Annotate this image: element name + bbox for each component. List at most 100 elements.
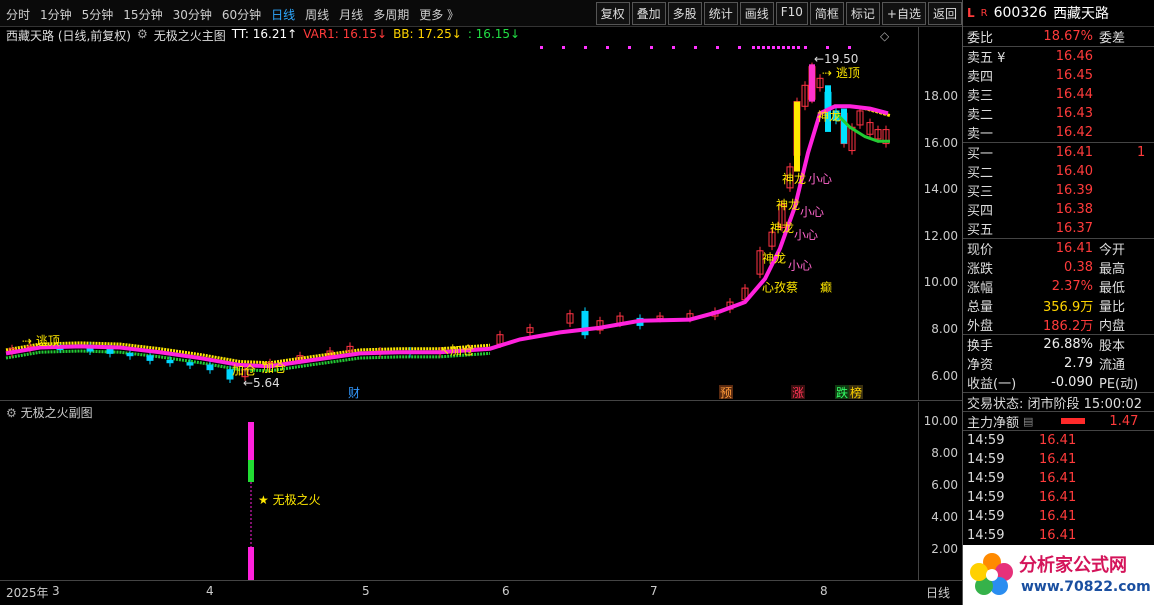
escape-top-label: ⇢ 逃顶 (22, 334, 60, 348)
period-tab[interactable]: 周线 (305, 6, 329, 23)
price-tick: 10.00 (923, 275, 958, 290)
quote-row: 卖三 16.44 (967, 87, 1093, 104)
top-dot (694, 46, 697, 49)
period-tab[interactable]: 多周期 (373, 6, 409, 23)
price-tick: 18.00 (923, 88, 958, 103)
toolbar-button[interactable]: F10 (775, 2, 808, 25)
watermark-title: 分析家公式网 (1019, 555, 1127, 576)
price-axis: 18.00 16.00 14.00 12.00 10.00 8.00 6.00 (918, 27, 962, 401)
candle-body (146, 355, 154, 361)
toolbar-button[interactable]: 返回 (927, 2, 962, 25)
toolbar-button[interactable]: 多股 (667, 2, 702, 25)
top-dot (752, 46, 755, 49)
date-tick: 6 (502, 584, 510, 598)
action-buttons: 复权 叠加 多股 统计 画线 F10 简框 标记 +自选 返回 (595, 2, 962, 25)
diamond-icon: ◇ (880, 29, 890, 43)
date-axis: 2025年 3 4 5 6 7 8 日线 (0, 580, 962, 605)
quote-row: 净资 2.79 流通 (967, 356, 1126, 373)
quote-panel: L R 600326 西藏天路 委比 18.67% 委差 卖五 ¥16.46 卖四… (962, 0, 1154, 605)
list-icon[interactable]: ▤ (1023, 415, 1033, 428)
top-dot (797, 46, 800, 49)
top-dot (716, 46, 719, 49)
sub-value-axis: 10.00 8.00 6.00 4.00 2.00 (918, 402, 962, 580)
quote-row: 买四 16.38 (967, 202, 1093, 219)
toolbar-button[interactable]: 复权 (595, 2, 630, 25)
sub-indicator-title: ⚙ 无极之火副图 (6, 406, 93, 420)
price-stats: 现价 16.41 今开 涨跌 0.38 最高 涨幅 2.37% 最低 总量 356.9万 量比 外盘 18… (963, 238, 1154, 334)
weibi-row: 委比 18.67% 委差 (967, 29, 1126, 46)
period-tab[interactable]: 月线 (339, 6, 363, 23)
toolbar-button[interactable]: 简框 (809, 2, 844, 25)
top-dot (767, 46, 770, 49)
tick-row: 14:59 16.41 (967, 471, 1077, 486)
quote-row: 卖四 16.45 (967, 68, 1093, 85)
candle-body (166, 359, 174, 364)
net-bar (1061, 418, 1086, 424)
toolbar-button[interactable]: 叠加 (631, 2, 666, 25)
stock-code: 600326 (993, 5, 1048, 21)
period-tab[interactable]: 分时 (6, 6, 30, 23)
dragon-signal-label: 神龙 (782, 172, 806, 186)
period-tab[interactable]: 15分钟 (123, 6, 162, 23)
var1-value: VAR1: 16.15↓ (303, 27, 388, 41)
quote-row: 买五 16.37 (967, 221, 1093, 238)
sub-bar (248, 422, 254, 460)
toolbar-button[interactable]: +自选 (881, 2, 926, 25)
settings-icon[interactable]: ⚙ (137, 27, 148, 43)
top-dot (562, 46, 565, 49)
kline-chart[interactable]: ⇢ 逃顶加仓 加仓↖加仓←5.64←19.50⇢ 逃顶神龙神龙 小心神龙 小心神龙 小心… (0, 27, 918, 401)
settings-icon[interactable]: ⚙ (6, 406, 17, 420)
date-tick: 2025年 (6, 586, 49, 600)
sub-bar (248, 460, 254, 482)
toolbar-button[interactable]: 标记 (845, 2, 880, 25)
escape-top-label: ⇢ 逃顶 (822, 66, 860, 80)
period-tab[interactable]: 1分钟 (40, 6, 72, 23)
bid-list: 买一 16.41 1 买二 16.40 买三 16.39 买四 16.38 买五 16.37 (963, 142, 1154, 238)
toolbar-button[interactable]: 画线 (739, 2, 774, 25)
period-tab[interactable]: 5分钟 (82, 6, 114, 23)
date-tick: 日线 (926, 586, 951, 600)
main-chart-panel[interactable]: ⇢ 逃顶 加仓 加仓 ↖加仓 ←5.64 ←19.50 ⇢ 逃顶 神龙 神龙 小心 神龙 小心 神龙 小心… (0, 27, 962, 401)
period-tab[interactable]: 60分钟 (222, 6, 261, 23)
watermark-url: www.70822.com (1021, 579, 1151, 595)
period-tab[interactable]: 30分钟 (173, 6, 212, 23)
date-tick: 3 (52, 584, 60, 598)
event-flag: 跌 (836, 385, 848, 400)
price-tick: 6.00 (931, 368, 958, 383)
dragon-signal-label: 神龙 (776, 198, 800, 212)
caution-label: 小心 (808, 172, 832, 186)
period-tab[interactable]: 更多 》 (419, 6, 459, 23)
signal-label: 心孜蔡 (762, 281, 798, 295)
quote-row: 涨跌 0.38 最高 (967, 260, 1126, 277)
ask-list: 卖五 ¥16.46 卖四 16.45 卖三 16.44 卖二 16.43 卖一 16.42 (963, 46, 1154, 142)
quote-row: 收益(一) -0.090 PE(动) (967, 375, 1139, 392)
l-flag: L (967, 6, 975, 20)
candle-body (126, 352, 134, 357)
top-dot (777, 46, 780, 49)
quote-row: 卖二 16.43 (967, 106, 1093, 123)
event-flag: 预 (720, 386, 732, 400)
event-flag: 榜 (850, 385, 862, 400)
tick-row: 14:59 16.41 (967, 509, 1077, 524)
sub-indicator-chart[interactable]: ★ 无极之火 (0, 402, 918, 580)
period-tab[interactable]: 日线 (271, 6, 295, 23)
low-price-label: ←5.64 (243, 376, 280, 390)
toolbar-button[interactable]: 统计 (703, 2, 738, 25)
caution-label: 小心 (800, 205, 824, 219)
stock-name: 西藏天路 (1053, 6, 1110, 22)
price-tick: 8.00 (931, 322, 958, 337)
sub-tick: 2.00 (931, 542, 958, 556)
top-dot (606, 46, 609, 49)
top-dot (848, 46, 851, 49)
top-dot (672, 46, 675, 49)
date-tick: 4 (206, 584, 214, 598)
top-dot (757, 46, 760, 49)
flower-icon (970, 553, 1013, 595)
sub-chart-panel[interactable]: ★ 无极之火 ⚙ 无极之火副图 10.00 8.00 6.00 4.00 2.00 (0, 402, 962, 580)
sub-bar (248, 547, 254, 580)
main-indicator-header: 西藏天路 (日线,前复权) ⚙ 无极之火主图 TT: 16.21↑ VAR1: … (6, 27, 520, 43)
indicator-name[interactable]: 无极之火主图 (154, 27, 226, 43)
trade-state: 交易状态: 闭市阶段 15:00:02 (963, 392, 1154, 412)
top-dot (792, 46, 795, 49)
price-tick: 16.00 (923, 135, 958, 150)
